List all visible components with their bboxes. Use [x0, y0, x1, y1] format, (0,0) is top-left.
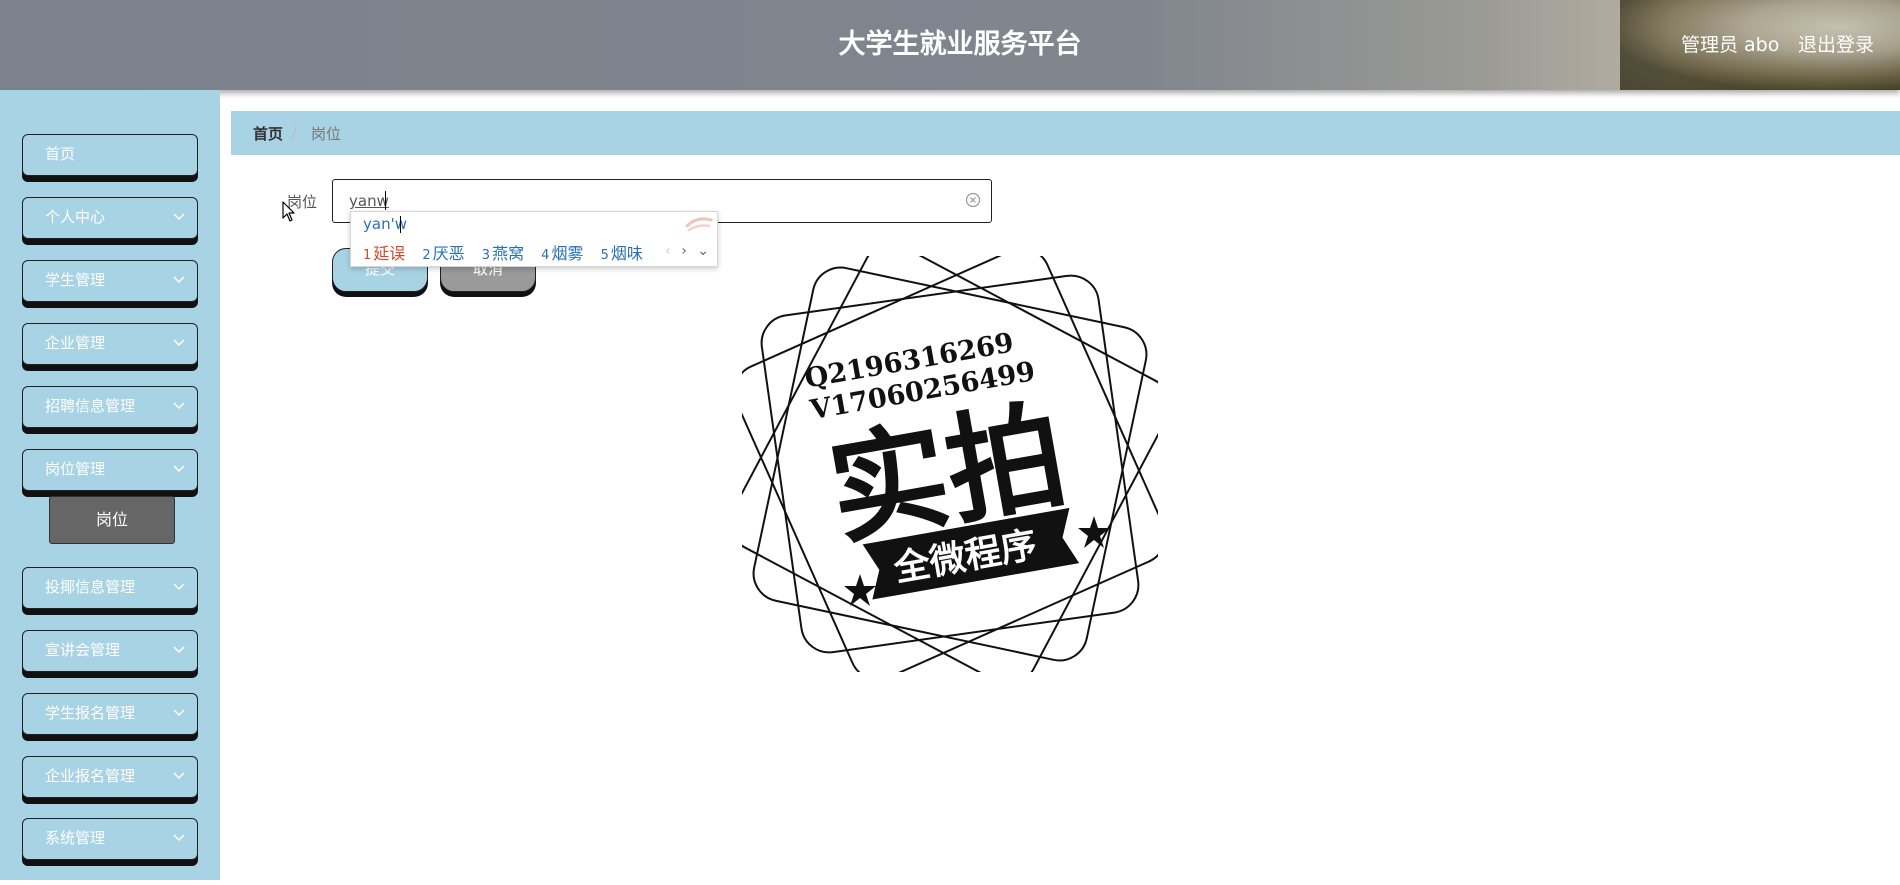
sidebar-item-label: 招聘信息管理: [45, 397, 136, 415]
breadcrumb-home[interactable]: 首页: [253, 123, 283, 144]
chevron-down-icon: [173, 568, 185, 606]
chevron-down-icon: [173, 198, 185, 236]
sidebar-item-label: 系统管理: [45, 829, 106, 847]
chevron-down-icon: [173, 450, 185, 488]
sidebar-item-seminar-mgmt[interactable]: 宣讲会管理: [22, 630, 198, 672]
sidebar-item-company-mgmt[interactable]: 企业管理: [22, 323, 198, 365]
chevron-down-icon: [173, 694, 185, 732]
sidebar-item-student-signup-mgmt[interactable]: 学生报名管理: [22, 693, 198, 735]
ime-next-page-icon[interactable]: ›: [681, 243, 687, 259]
mouse-cursor-icon: [282, 201, 296, 227]
ime-candidate[interactable]: 3 燕窝: [482, 240, 524, 264]
chevron-down-icon: [173, 387, 185, 425]
text-caret: [385, 191, 386, 210]
sidebar-item-label: 岗位管理: [45, 460, 106, 478]
sidebar-item-label: 学生报名管理: [45, 704, 136, 722]
sidebar-item-label: 学生管理: [45, 271, 106, 289]
sidebar-item-label: 个人中心: [45, 208, 106, 226]
ime-candidate[interactable]: 5 烟味: [601, 240, 643, 264]
watermark-stamp: Q2196316269 V17060256499 实拍 全微程序: [728, 242, 1172, 686]
logout-link[interactable]: 退出登录: [1798, 30, 1874, 57]
sidebar-item-label: 宣讲会管理: [45, 641, 121, 659]
top-header: 大学生就业服务平台 管理员 abo 退出登录: [0, 0, 1900, 90]
sidebar-subitem-position[interactable]: 岗位: [49, 496, 175, 544]
ime-candidate-list: 1 延误 2 厌恶 3 燕窝 4 烟雾 5 烟味: [363, 240, 655, 264]
sidebar-item-student-mgmt[interactable]: 学生管理: [22, 260, 198, 302]
chevron-down-icon: [173, 631, 185, 669]
sidebar-item-label: 投揶信息管理: [45, 578, 136, 596]
clear-icon[interactable]: [965, 192, 981, 212]
sidebar-item-personal-center[interactable]: 个人中心: [22, 197, 198, 239]
ime-expand-icon[interactable]: ⌄: [697, 243, 709, 259]
breadcrumb-separator: /: [292, 123, 298, 141]
ime-candidate[interactable]: 1 延误: [363, 240, 405, 264]
ime-candidate[interactable]: 4 烟雾: [541, 240, 583, 264]
ime-candidate[interactable]: 2 厌恶: [422, 240, 464, 264]
breadcrumb: 首页 / 岗位: [231, 111, 1900, 155]
ime-candidate-popup: yan'w 1 延误 2 厌恶 3 燕窝 4 烟雾 5 烟味 ‹ › ⌄: [350, 211, 718, 267]
sidebar-item-company-signup-mgmt[interactable]: 企业报名管理: [22, 756, 198, 798]
chevron-down-icon: [173, 324, 185, 362]
chevron-down-icon: [173, 819, 185, 857]
sidebar-item-label: 企业报名管理: [45, 767, 136, 785]
current-user: 管理员 abo: [1681, 34, 1780, 56]
ime-logo-icon: [683, 214, 715, 234]
sidebar-item-system-mgmt[interactable]: 系统管理: [22, 818, 198, 860]
ime-caret: [400, 216, 401, 233]
sidebar-item-position-mgmt[interactable]: 岗位管理: [22, 449, 198, 491]
sidebar-item-resume-mgmt[interactable]: 投揶信息管理: [22, 567, 198, 609]
ime-prev-page-icon[interactable]: ‹: [665, 243, 671, 259]
sidebar: 首页 个人中心 学生管理 企业管理 招聘信息管理 岗位管理 岗位 投揶信息管理 …: [0, 90, 220, 880]
chevron-down-icon: [173, 757, 185, 795]
app-title: 大学生就业服务平台: [838, 29, 1082, 60]
sidebar-item-home[interactable]: 首页: [22, 134, 198, 176]
position-input-value: yanw: [349, 192, 389, 210]
sidebar-item-recruit-info-mgmt[interactable]: 招聘信息管理: [22, 386, 198, 428]
ime-page-nav: ‹ › ⌄: [659, 243, 709, 259]
chevron-down-icon: [173, 261, 185, 299]
breadcrumb-current: 岗位: [311, 125, 342, 143]
sidebar-item-label: 企业管理: [45, 334, 106, 352]
sidebar-item-label: 首页: [45, 145, 76, 163]
